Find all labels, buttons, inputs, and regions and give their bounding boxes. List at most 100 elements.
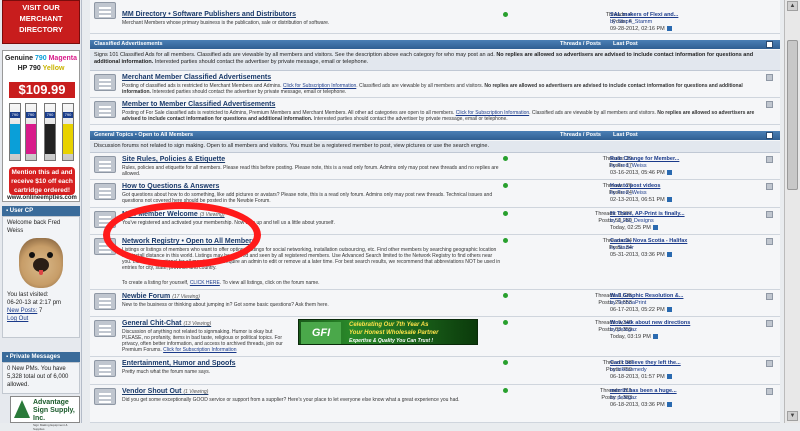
scroll-down-icon[interactable]: ▼ — [787, 411, 798, 421]
forum-rss-icon[interactable] — [766, 360, 773, 367]
last-post: Canada, Nova Scotia - Halifax by Starter 0… — [610, 238, 745, 259]
forum-icon — [94, 2, 116, 19]
scrollbar-thumb[interactable] — [787, 40, 798, 190]
merchant-directory-ad[interactable]: VISIT OUR MERCHANT DIRECTORY — [2, 0, 80, 44]
last-post-author-link[interactable]: by petegaz — [610, 327, 745, 334]
forum-title-link[interactable]: Merchant Member Classified Advertisement… — [122, 74, 271, 81]
section-desc-text: Signs 101 Classified Ads for all members… — [94, 52, 495, 58]
forum-title-link[interactable]: Vendor Shout Out (1 Viewing) — [122, 388, 208, 395]
last-post-author-link[interactable]: by bikecomedy — [610, 367, 745, 374]
forum-rss-icon[interactable] — [766, 293, 773, 300]
last-post-author-link[interactable]: by J_Hill_Designs — [610, 218, 745, 225]
forum-desc-text: To create a listing for yourself, — [122, 280, 189, 286]
go-to-last-post-icon[interactable] — [666, 26, 672, 32]
last-post-author-link[interactable]: by Fred_Weiss — [610, 163, 745, 170]
advantage-logo-icon — [14, 400, 30, 418]
advantage-sign-supply-logo[interactable]: Advantage Sign Supply, Inc. Sign Making … — [10, 396, 80, 431]
create-listing-link[interactable]: CLICK HERE — [190, 280, 220, 286]
section-header-classified: Classified Advertisements Threads / Post… — [90, 40, 780, 49]
forum-rss-icon[interactable] — [766, 101, 773, 108]
gfi-line-2: Your Honest Wholesale Partner — [349, 330, 439, 336]
user-avatar[interactable] — [19, 238, 63, 288]
last-post-date: 05-31-2013, 03:36 PM — [610, 252, 665, 258]
annotation-circle — [103, 202, 261, 268]
cartridge-ad-row-1: Genuine 790 Magenta — [3, 54, 79, 64]
forum-rss-icon[interactable] — [766, 211, 773, 218]
forum-title-link[interactable]: General Chit-Chat (13 Viewing) — [122, 320, 211, 327]
forum-icon — [94, 388, 116, 405]
go-to-last-post-icon[interactable] — [666, 197, 672, 203]
forum-rss-icon[interactable] — [766, 320, 773, 327]
forum-status-icon — [503, 388, 508, 393]
forum-rss-icon[interactable] — [766, 183, 773, 190]
last-post-author-link[interactable]: by TechnaPrint — [610, 300, 745, 307]
last-visited-label: You last visited: — [7, 292, 49, 298]
yellow-label: Yellow — [42, 65, 65, 72]
last-post-title-link[interactable]: merritt has been a huge... — [610, 388, 745, 395]
column-threads-posts: Threads / Posts — [560, 132, 601, 138]
last-post-title-link[interactable]: Canada, Nova Scotia - Halifax — [610, 238, 745, 245]
forum-extra: To create a listing for yourself, CLICK … — [122, 280, 502, 286]
forum-status-icon — [503, 12, 508, 17]
last-post-author-link[interactable]: by Steph_Stamm — [610, 19, 652, 25]
new-posts-link[interactable]: New Posts: — [7, 308, 37, 314]
go-to-last-post-icon[interactable] — [666, 252, 672, 258]
vertical-scrollbar[interactable]: ▲ ▼ — [784, 0, 800, 423]
go-to-last-post-icon[interactable] — [666, 170, 672, 176]
forum-status-icon — [503, 320, 508, 325]
forum-description: Merchant Members whose primary business … — [122, 20, 330, 26]
forum-title-link[interactable]: How to Questions & Answers — [122, 183, 219, 190]
last-post-title-link[interactable]: Rule Change for Member... — [610, 156, 745, 163]
last-post-author-link[interactable]: by petegaz — [610, 395, 745, 402]
section-desc-text: Discussion forums not related to sign ma… — [94, 143, 489, 149]
forum-desc-text: . Classified ads are viewable by all mem… — [529, 110, 656, 116]
last-post-date: 03-16-2013, 05:46 PM — [610, 170, 665, 176]
forum-title-text: General Chit-Chat — [122, 320, 182, 327]
section-title-link[interactable]: Classified Advertisements — [94, 40, 163, 49]
forum-rss-icon[interactable] — [766, 74, 773, 81]
forum-title-link[interactable]: MM Directory • Software Publishers and D… — [122, 11, 296, 18]
forum-rss-icon[interactable] — [766, 238, 773, 245]
viewing-count: (1 Viewing) — [183, 389, 209, 395]
last-post-author-link[interactable]: by Starter — [610, 245, 745, 252]
section-title-link[interactable]: General Topics • Open to All Members — [94, 131, 193, 140]
forum-title-link[interactable]: Newbie Forum (17 Viewing) — [122, 293, 200, 300]
last-post-author-link[interactable]: by Fred_Weiss — [610, 190, 745, 197]
cartridge-ad[interactable]: Genuine 790 Magenta HP 790 Yellow $109.9… — [2, 50, 80, 202]
private-messages-header[interactable]: ▪ Private Messages — [2, 352, 80, 362]
go-to-last-post-icon[interactable] — [666, 374, 672, 380]
forum-rss-icon[interactable] — [766, 388, 773, 395]
go-to-last-post-icon[interactable] — [652, 225, 658, 231]
forum-title-link[interactable]: Member to Member Classified Advertisemen… — [122, 101, 275, 108]
last-post-title-link[interactable]: Hi There, AP-Print is finally... — [610, 211, 745, 218]
user-cp-header[interactable]: ▪ User CP — [2, 206, 80, 216]
last-post-title-link[interactable]: Wall Graphic Resolution &... — [610, 293, 745, 300]
last-post-title-link[interactable]: Can't believe they left the... — [610, 360, 745, 367]
go-to-last-post-icon[interactable] — [652, 334, 658, 340]
last-post-title-link[interactable]: Wow talk about new directions — [610, 320, 745, 327]
forum-rss-icon[interactable] — [766, 156, 773, 163]
gfi-banner-ad[interactable]: GFI Celebrating Our 7th Year As Your Hon… — [298, 319, 478, 345]
logout-link[interactable]: Log Out — [7, 315, 75, 323]
collapse-icon[interactable] — [766, 132, 773, 139]
forum-status-icon — [503, 238, 508, 243]
last-post-title-link[interactable]: SAL makers of Flexi and... — [610, 12, 745, 19]
collapse-icon[interactable] — [766, 41, 773, 48]
forum-status-icon — [503, 360, 508, 365]
forum-title-link[interactable]: Entertainment, Humor and Spoofs — [122, 360, 236, 367]
forum-title-text: Vendor Shout Out — [122, 388, 182, 395]
last-post-title-link[interactable]: How to post videos — [610, 183, 745, 190]
forum-row: General Chit-Chat (13 Viewing) Discussio… — [90, 318, 780, 357]
go-to-last-post-icon[interactable] — [666, 402, 672, 408]
go-to-last-post-icon[interactable] — [666, 307, 672, 313]
pm-summary: 0 New PMs. You have 5,328 total out of 6… — [7, 366, 69, 388]
private-messages-panel: 0 New PMs. You have 5,328 total out of 6… — [2, 362, 80, 394]
cartridge-url: www.onlineempties.com — [7, 195, 77, 201]
subscription-info-link[interactable]: Click for Subscription Information — [163, 347, 236, 353]
last-post: Can't believe they left the... by bikecom… — [610, 360, 745, 381]
forum-row: Merchant Member Classified Advertisement… — [90, 72, 780, 98]
forum-title-link[interactable]: Site Rules, Policies & Etiquette — [122, 156, 225, 163]
last-post: Rule Change for Member... by Fred_Weiss 03… — [610, 156, 745, 177]
scroll-up-icon[interactable]: ▲ — [787, 1, 798, 11]
forum-status-icon — [503, 156, 508, 161]
